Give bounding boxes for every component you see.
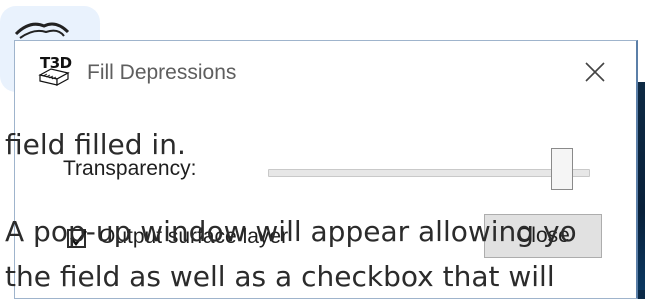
transparency-slider-thumb[interactable] [551,148,573,190]
output-surface-label: Output surface layer [99,225,289,248]
fill-depressions-dialog: T3D Fill Depressions Transparency: Outpu… [14,40,638,299]
t3d-app-icon: T3D [37,54,73,87]
checkmark-icon [70,230,87,246]
title-bar: T3D Fill Depressions [15,41,636,107]
close-window-icon[interactable] [584,61,606,83]
transparency-label: Transparency: [63,157,197,180]
close-button[interactable]: Close [484,214,602,258]
transparency-slider[interactable] [268,169,590,177]
output-surface-checkbox[interactable] [67,229,87,248]
terrain-block-icon [38,68,70,87]
dialog-title: Fill Depressions [87,61,237,84]
